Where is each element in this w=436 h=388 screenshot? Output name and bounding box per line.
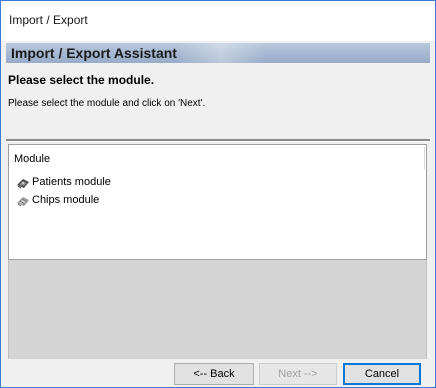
step-heading: Please select the module.	[8, 73, 155, 87]
assistant-header: Please select the module. Please select …	[6, 63, 430, 137]
module-list[interactable]: Module Patients module Chips module	[8, 144, 427, 260]
chips-module-icon	[16, 194, 30, 207]
empty-content-area	[8, 260, 427, 359]
list-item-patients-module[interactable]: Patients module	[16, 175, 111, 189]
cancel-button[interactable]: Cancel	[343, 363, 421, 385]
next-button[interactable]: Next -->	[259, 363, 337, 385]
title-bar[interactable]: Import / Export	[1, 1, 435, 41]
list-item-chips-module[interactable]: Chips module	[16, 193, 99, 207]
assistant-banner-title: Import / Export Assistant	[11, 45, 177, 61]
column-divider[interactable]	[424, 147, 425, 169]
button-bar: <-- Back Next --> Cancel	[1, 359, 435, 387]
module-column-header[interactable]: Module	[14, 153, 50, 165]
back-button[interactable]: <-- Back	[174, 363, 254, 385]
header-divider-highlight	[6, 141, 430, 142]
assistant-banner: Import / Export Assistant	[6, 43, 430, 63]
step-instruction: Please select the module and click on 'N…	[8, 98, 206, 109]
import-export-window: Import / Export Import / Export Assistan…	[0, 0, 436, 388]
module-item-label: Patients module	[32, 176, 111, 188]
module-item-label: Chips module	[32, 194, 100, 206]
patients-module-icon	[16, 176, 30, 189]
window-title: Import / Export	[9, 13, 88, 27]
banner-sheen	[176, 43, 266, 63]
